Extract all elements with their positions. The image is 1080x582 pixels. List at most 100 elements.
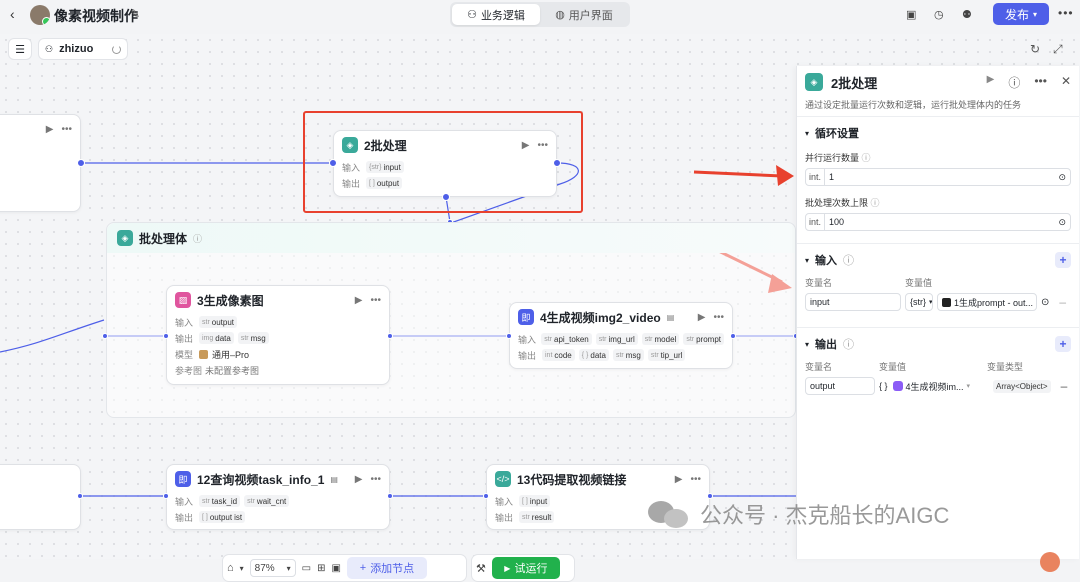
input-section: ▾ 输入 ⓘ + 变量名 变量值 input {str} ▾ 1生成prompt - ou… bbox=[797, 243, 1079, 315]
chevron-down-icon[interactable]: ▾ bbox=[805, 256, 809, 265]
play-icon[interactable]: ▶ bbox=[355, 474, 363, 485]
chevron-down-icon[interactable]: ▾ bbox=[805, 340, 809, 349]
layout-icon[interactable]: ⊞ bbox=[317, 563, 325, 574]
play-icon[interactable]: ▶ bbox=[46, 124, 54, 135]
run-box: ⚒ ▶ 试运行 bbox=[471, 554, 575, 582]
play-icon[interactable]: ▶ bbox=[355, 295, 363, 306]
model-icon bbox=[199, 349, 208, 359]
input-port[interactable] bbox=[163, 493, 169, 499]
chevron-down-icon: ▾ bbox=[929, 299, 933, 306]
info-icon[interactable]: ⓘ bbox=[193, 232, 202, 245]
remove-icon[interactable]: – bbox=[1061, 379, 1068, 393]
info-icon[interactable]: ⓘ bbox=[843, 336, 854, 352]
max-batch-input[interactable]: int. 100 ⊙ bbox=[805, 213, 1071, 231]
watermark: 公众号 · 杰克船长的AIGC bbox=[648, 498, 949, 530]
llm-icon bbox=[942, 297, 951, 307]
comment-icon[interactable]: ▭ bbox=[302, 563, 311, 574]
variable-ref-icon[interactable]: ⊙ bbox=[1058, 172, 1066, 183]
chevron-down-icon: ▾ bbox=[1033, 9, 1038, 19]
input-type-select[interactable]: {str} ▾ bbox=[905, 293, 933, 311]
more-icon[interactable]: ••• bbox=[713, 312, 724, 323]
top-bar: ‹ 像素视频制作 ✎ ⚇ 业务逻辑 ◍ 用户界面 ▣ ◷ ⚉ 发布 ▾ ••• bbox=[0, 0, 1080, 30]
info-icon[interactable]: ⓘ bbox=[862, 153, 871, 163]
verified-badge-icon bbox=[42, 17, 50, 25]
code-icon: </> bbox=[495, 471, 511, 487]
canvas-toolbar: ⌂ ▾ 87% ▾ ▭ ⊞ ▣ + 添加节点 bbox=[222, 554, 467, 582]
plugin-icon: 即 bbox=[518, 309, 534, 325]
partial-node-left-top[interactable]: ▶ ••• bbox=[0, 114, 81, 212]
chevron-down-icon: ▾ bbox=[286, 563, 291, 573]
loop-settings-section: ▾ 循环设置 并行运行数量 ⓘ int. 1 ⊙ 批处理次数上限 ⓘ int. 100 ⊙ bbox=[797, 116, 1079, 235]
debug-icon[interactable]: ⚒ bbox=[476, 562, 486, 575]
test-run-button[interactable]: ▶ 试运行 bbox=[491, 557, 560, 579]
add-node-button[interactable]: + 添加节点 bbox=[346, 557, 427, 579]
plugin-icon: 即 bbox=[175, 471, 191, 487]
remove-icon[interactable]: – bbox=[1059, 295, 1066, 309]
chevron-down-icon[interactable]: ▾ bbox=[805, 129, 809, 138]
app-title: 像素视频制作 bbox=[54, 8, 138, 24]
preview-icon[interactable]: ▣ bbox=[906, 8, 916, 21]
play-icon[interactable]: ▶ bbox=[698, 312, 706, 323]
play-icon[interactable]: ▶ bbox=[987, 74, 995, 91]
input-port[interactable] bbox=[506, 333, 512, 339]
input-name-field[interactable]: input bbox=[805, 293, 901, 311]
back-icon[interactable]: ‹ bbox=[10, 6, 15, 22]
add-output-button[interactable]: + bbox=[1055, 336, 1071, 352]
mouse-mode-icon[interactable]: ⌂ bbox=[227, 562, 234, 574]
avatar[interactable] bbox=[30, 5, 50, 25]
add-input-button[interactable]: + bbox=[1055, 252, 1071, 268]
more-icon[interactable]: ••• bbox=[1058, 6, 1074, 20]
partial-node-left-bottom[interactable] bbox=[0, 464, 81, 530]
input-port[interactable] bbox=[163, 333, 169, 339]
publish-button[interactable]: 发布 ▾ bbox=[993, 3, 1049, 25]
video-node[interactable]: 即 4生成视频img2_video ▤ ▶ ••• 输入 str api_token… bbox=[509, 302, 733, 369]
close-icon[interactable]: ✕ bbox=[1061, 74, 1071, 91]
mode-switch: ⚇ 业务逻辑 ◍ 用户界面 bbox=[450, 2, 630, 27]
refresh-icon[interactable]: ↻ bbox=[1030, 42, 1040, 56]
batch-icon: ◈ bbox=[117, 230, 133, 246]
output-port[interactable] bbox=[77, 159, 85, 167]
info-icon[interactable]: ⓘ bbox=[843, 252, 854, 268]
variable-ref-icon[interactable]: ⊙ bbox=[1041, 297, 1049, 308]
input-value-ref[interactable]: 1生成prompt - out... bbox=[937, 293, 1037, 311]
tab-business-logic[interactable]: ⚇ 业务逻辑 bbox=[452, 4, 540, 25]
info-icon[interactable]: ⓘ bbox=[871, 198, 880, 208]
history-icon[interactable]: ◷ bbox=[934, 8, 944, 21]
fullscreen-icon[interactable]: ⤢ bbox=[1053, 42, 1063, 57]
more-icon[interactable]: ••• bbox=[61, 124, 72, 135]
variable-ref-icon[interactable]: ⊙ bbox=[1058, 217, 1066, 228]
node-config-panel: ◈ 2批处理 ▶ ⓘ ••• ✕ 通过设定批量运行次数和逻辑，运行批处理体内的任… bbox=[796, 66, 1079, 559]
help-icon[interactable]: ⓘ bbox=[1008, 74, 1020, 91]
node-tools: ▶ ••• bbox=[46, 124, 72, 135]
doc-icon: ▤ bbox=[330, 474, 338, 484]
output-name-field[interactable]: output bbox=[805, 377, 875, 395]
group-port[interactable] bbox=[102, 333, 108, 339]
pixel-node[interactable]: ▨ 3生成像素图 ▶ ••• 输入 str output 输出 img data str ms… bbox=[166, 285, 390, 385]
more-icon[interactable]: ••• bbox=[370, 295, 381, 306]
output-port[interactable] bbox=[730, 333, 736, 339]
output-value-ref[interactable]: { } 4生成视频im... ▾ bbox=[879, 377, 983, 395]
assistant-icon[interactable] bbox=[1040, 552, 1060, 572]
batch-icon: ◈ bbox=[805, 73, 823, 91]
edit-icon[interactable]: ✎ bbox=[130, 7, 140, 21]
wechat-icon bbox=[648, 499, 690, 529]
tab-user-interface[interactable]: ◍ 用户界面 bbox=[540, 4, 628, 25]
output-port[interactable] bbox=[387, 333, 393, 339]
collaborators-icon[interactable]: ⚉ bbox=[962, 8, 972, 21]
play-icon[interactable]: ▶ bbox=[675, 474, 683, 485]
input-port[interactable] bbox=[483, 493, 489, 499]
more-icon[interactable]: ••• bbox=[370, 474, 381, 485]
zoom-select[interactable]: 87% ▾ bbox=[249, 559, 296, 577]
output-port[interactable] bbox=[77, 493, 83, 499]
query-node[interactable]: 即 12查询视频task_info_1 ▤ ▶ ••• 输入 str task_id… bbox=[166, 464, 390, 530]
parallel-count-input[interactable]: int. 1 ⊙ bbox=[805, 168, 1071, 186]
more-icon[interactable]: ••• bbox=[690, 474, 701, 485]
selection-highlight bbox=[303, 111, 583, 213]
output-port[interactable] bbox=[387, 493, 393, 499]
minimap-icon[interactable]: ▣ bbox=[332, 563, 341, 574]
more-icon[interactable]: ••• bbox=[1034, 74, 1047, 91]
chevron-down-icon[interactable]: ▾ bbox=[240, 564, 244, 573]
play-icon: ▶ bbox=[504, 563, 511, 573]
palette-icon: ◍ bbox=[555, 9, 565, 21]
flow-icon: ⚇ bbox=[467, 9, 477, 21]
